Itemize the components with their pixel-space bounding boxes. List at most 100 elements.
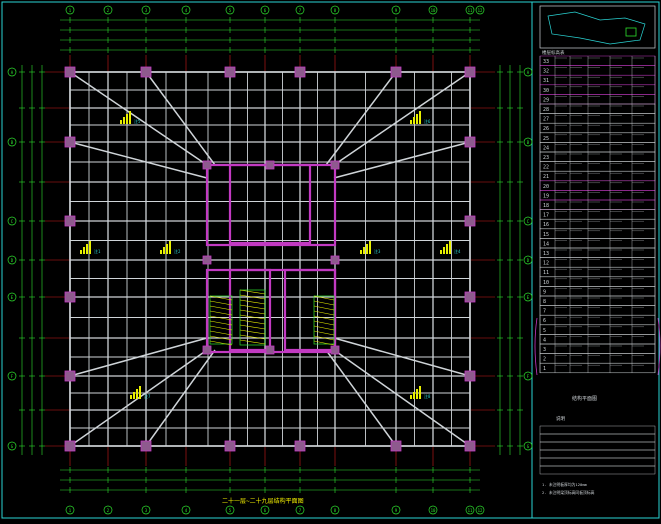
bracket xyxy=(534,317,538,376)
axis-bubble-top: 1 xyxy=(65,5,75,15)
rebar-mark xyxy=(123,117,125,124)
axis-bubble-side: D xyxy=(7,255,17,265)
floor-label: 3 xyxy=(543,347,546,353)
column xyxy=(140,440,152,452)
diagonal-beam xyxy=(333,71,471,166)
rebar-mark xyxy=(89,241,91,254)
floor-row xyxy=(539,334,656,345)
column xyxy=(224,66,236,78)
floor-label: 6 xyxy=(543,318,546,324)
stair-hatch xyxy=(209,330,233,336)
column xyxy=(64,136,76,148)
axis-label: 11 xyxy=(468,508,473,513)
floor-label: 18 xyxy=(543,203,549,209)
rebar-mark xyxy=(129,111,131,124)
floor-row xyxy=(539,113,656,124)
axis-label: 8 xyxy=(334,8,337,13)
axis-label: 10 xyxy=(431,8,436,13)
floor-outline xyxy=(69,71,471,447)
stair-hatch xyxy=(209,310,233,316)
column xyxy=(330,160,340,170)
annotation-text: 注7 xyxy=(144,393,151,399)
floor-row xyxy=(539,199,656,210)
axis-label: 5 xyxy=(229,508,232,513)
stair-hatch xyxy=(239,309,266,315)
rebar-annotation: 注8 xyxy=(410,386,431,399)
axis-bubble-top: 7 xyxy=(295,5,305,15)
axis-label: 7 xyxy=(299,8,302,13)
floor-row xyxy=(539,266,656,278)
core-wall xyxy=(205,163,337,247)
axis-bubble-top: 6 xyxy=(260,5,270,15)
rebar-mark xyxy=(410,395,412,399)
floor-label: 21 xyxy=(543,174,549,180)
side-panel: 楼层标高表33323130292827262524232221201918171… xyxy=(534,5,661,495)
column xyxy=(265,345,275,355)
floor-label: 15 xyxy=(543,232,549,238)
axis-label: 7 xyxy=(299,508,302,513)
floor-label: 12 xyxy=(543,261,549,267)
axis-bubble-top: 1 xyxy=(65,505,75,515)
axis-bubble-top: 5 xyxy=(225,505,235,515)
column xyxy=(464,440,476,452)
axis-label: 9 xyxy=(395,508,398,513)
axis-label: 12 xyxy=(478,8,483,13)
floor-label: 29 xyxy=(543,97,549,103)
notes-title: 说明 xyxy=(556,415,565,422)
floor-row xyxy=(539,94,656,105)
column xyxy=(64,66,76,78)
stair-hatch xyxy=(313,325,335,331)
floor-row xyxy=(539,132,656,143)
rebar-mark xyxy=(166,244,168,254)
column xyxy=(330,345,340,355)
rebar-mark xyxy=(120,120,122,124)
axis-label: 2 xyxy=(107,508,110,513)
floor-row xyxy=(539,276,656,287)
axis-label: E xyxy=(11,295,14,300)
column xyxy=(202,345,212,355)
floor-row xyxy=(539,305,656,316)
stair-hatch xyxy=(313,310,335,316)
rebar-mark xyxy=(440,250,442,254)
column xyxy=(202,255,212,265)
annotations: 注1 注2 注3 注4 注5 注6 注7 注8 xyxy=(80,111,461,399)
floor-row xyxy=(539,218,656,230)
core-walls xyxy=(205,163,337,354)
rebar-mark xyxy=(360,250,362,254)
floor-label: 7 xyxy=(543,309,546,315)
core-wall xyxy=(228,163,312,245)
floor-row xyxy=(539,55,656,66)
rebar-mark xyxy=(126,114,128,124)
axis-bubble-top: 2 xyxy=(103,5,113,15)
rebar-annotation: 注4 xyxy=(440,241,461,254)
floor-label: 8 xyxy=(543,299,546,305)
diagonal-beam xyxy=(333,349,471,447)
floor-row xyxy=(539,103,656,114)
floor-row xyxy=(539,324,656,335)
rebar-mark xyxy=(363,247,365,254)
column xyxy=(224,440,236,452)
floor-row xyxy=(539,190,656,201)
column xyxy=(64,370,76,382)
diagonal-beam xyxy=(325,349,397,447)
rebar-mark xyxy=(369,241,371,254)
axis-bubble-side: E xyxy=(7,292,17,302)
floor-label: 23 xyxy=(543,155,549,161)
notes-row xyxy=(539,433,656,443)
column xyxy=(140,66,152,78)
axis-bubble-top: 7 xyxy=(295,505,305,515)
beam-lines xyxy=(69,71,471,447)
floor-label: 11 xyxy=(543,270,549,276)
axis-bubble-top: 4 xyxy=(181,5,191,15)
axis-bubble-top: 3 xyxy=(141,505,151,515)
floor-label: 24 xyxy=(543,145,549,151)
floor-row xyxy=(539,295,656,306)
axis-bubble-side: G xyxy=(523,441,533,451)
floor-row xyxy=(539,286,656,297)
floor-label: 19 xyxy=(543,193,549,199)
axis-bubble-side: B xyxy=(7,137,17,147)
diagonal-beam xyxy=(145,71,216,166)
rebar-mark xyxy=(413,392,415,399)
rebar-annotation: 注1 xyxy=(80,241,101,254)
stair-hatch xyxy=(209,340,233,346)
